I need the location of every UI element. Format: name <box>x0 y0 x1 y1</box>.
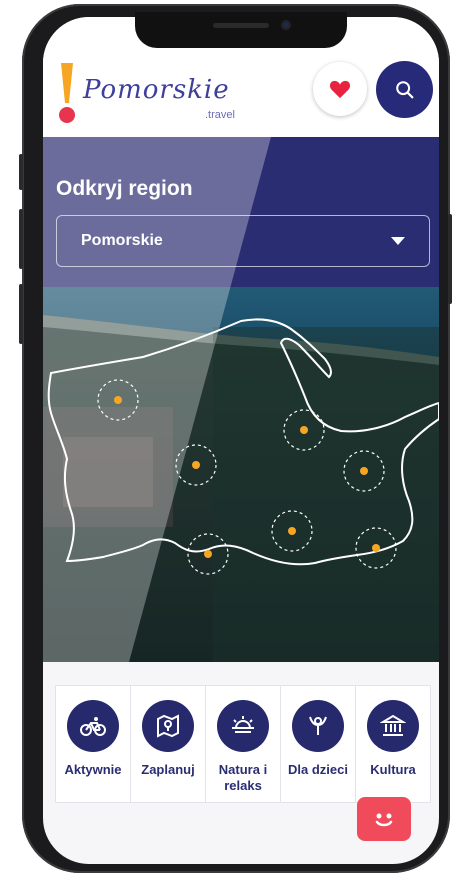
logo-domain: .travel <box>205 109 235 121</box>
map-hotspot-1[interactable] <box>97 379 139 421</box>
chat-button[interactable] <box>357 797 411 841</box>
pomorskie-logo[interactable]: Pomorskie .travel <box>55 57 275 137</box>
region-select-value: Pomorskie <box>81 232 163 249</box>
sunset-icon <box>217 700 269 752</box>
map-hotspot-4[interactable] <box>343 450 385 492</box>
child-icon <box>292 700 344 752</box>
region-map[interactable] <box>43 287 439 662</box>
map-hotspot-2[interactable] <box>175 444 217 486</box>
speaker-grille <box>213 23 269 28</box>
volume-down-button <box>19 284 23 344</box>
exclamation-logo-icon <box>59 63 75 123</box>
category-label: Dla dzieci <box>288 762 348 777</box>
volume-up-button <box>19 209 23 269</box>
category-bar: Aktywnie Zaplanuj Natura i relaks Dla dz… <box>55 685 431 803</box>
region-select[interactable]: Pomorskie <box>56 215 430 267</box>
category-plan[interactable]: Zaplanuj <box>131 686 206 802</box>
region-outline <box>47 318 439 566</box>
category-nature[interactable]: Natura i relaks <box>206 686 281 802</box>
map-pin-icon <box>142 700 194 752</box>
discover-region-section: Odkryj region Pomorskie <box>43 137 439 662</box>
search-button[interactable] <box>376 61 433 118</box>
phone-screen: Pomorskie .travel Odkryj region Pomorski… <box>43 17 439 864</box>
category-label: Kultura <box>370 762 416 777</box>
power-button <box>448 214 452 304</box>
smiley-icon <box>375 813 393 827</box>
favorites-button[interactable] <box>313 62 367 116</box>
map-hotspot-3[interactable] <box>283 409 325 451</box>
category-label: Zaplanuj <box>141 762 195 777</box>
bicycle-icon <box>67 700 119 752</box>
phone-notch <box>135 12 347 48</box>
category-label: Natura i relaks <box>218 762 268 793</box>
heart-icon <box>329 80 351 99</box>
front-camera <box>281 20 291 30</box>
category-label: Aktywnie <box>64 762 122 777</box>
map-hotspot-5[interactable] <box>271 510 313 552</box>
category-culture[interactable]: Kultura <box>356 686 430 802</box>
logo-wordmark: Pomorskie <box>83 75 230 105</box>
mute-switch <box>19 154 23 190</box>
category-kids[interactable]: Dla dzieci <box>281 686 356 802</box>
museum-icon <box>367 700 419 752</box>
map-hotspot-6[interactable] <box>187 533 229 575</box>
page-title: Odkryj region <box>56 177 193 200</box>
search-icon <box>395 80 413 98</box>
chevron-down-icon <box>391 237 405 245</box>
category-active[interactable]: Aktywnie <box>56 686 131 802</box>
